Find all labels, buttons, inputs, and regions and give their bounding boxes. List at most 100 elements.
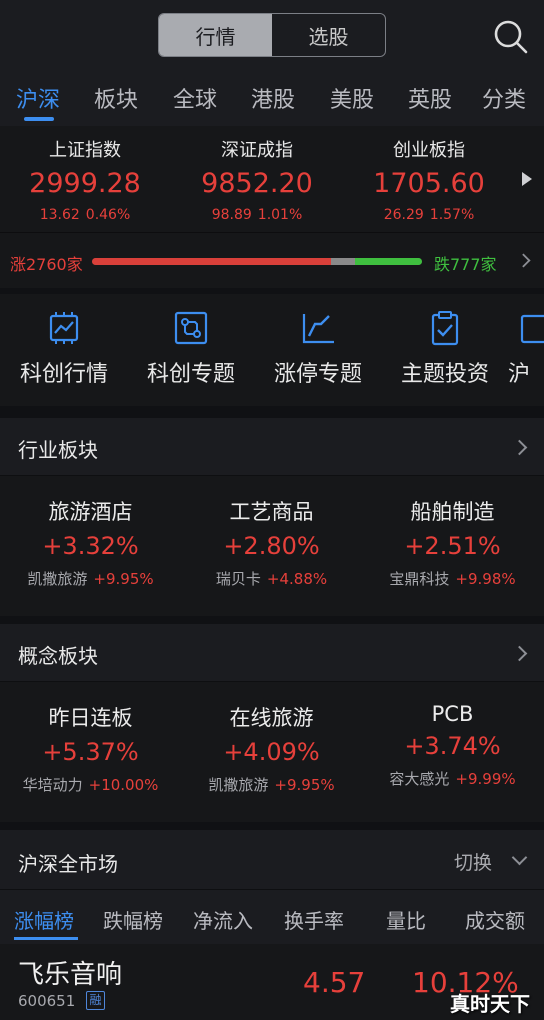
sector-name: 昨日连板 [48, 706, 133, 730]
tab-category[interactable]: 分类 [482, 82, 526, 114]
fall-count: 跌777家 [434, 255, 497, 274]
index-name: 上证指数 [49, 140, 121, 161]
tab-us[interactable]: 美股 [330, 82, 374, 114]
shortcut-item[interactable]: 沪 [508, 308, 544, 388]
margin-badge: 融 [86, 991, 105, 1010]
stock-code: 600651 [18, 992, 76, 1010]
section-title: 行业板块 [18, 438, 98, 462]
whole-market-header: 沪深全市场 切换 [0, 830, 544, 890]
breadth-bar-fall [355, 258, 422, 265]
sector-pct: +3.74% [404, 732, 501, 760]
sector-cell[interactable]: 船舶制造 +2.51% 宝鼎科技 +9.98% [362, 496, 543, 589]
index-card[interactable]: 深证成指 9852.20 98.89 1.01% [172, 136, 342, 223]
index-change: 13.62 0.46% [0, 207, 170, 223]
sector-cell[interactable]: PCB +3.74% 容大感光 +9.99% [362, 702, 543, 789]
index-change-value: 26.29 [383, 207, 424, 223]
shortcut-item[interactable]: 科创行情 [0, 308, 128, 388]
index-change-value: 98.89 [211, 207, 252, 223]
clipboard-check-icon [431, 311, 459, 346]
index-card[interactable]: 创业板指 1705.60 26.29 1.57% [344, 136, 514, 223]
sector-pct: +2.80% [223, 532, 320, 560]
concept-sector-header[interactable]: 概念板块 [0, 624, 544, 682]
leader-name: 凯撒旅游 [208, 776, 269, 794]
tab-uk[interactable]: 英股 [408, 82, 452, 114]
tab-sector[interactable]: 板块 [94, 82, 138, 114]
stock-name: 飞乐音响 [18, 960, 123, 990]
leader-pct: +10.00% [88, 776, 159, 794]
industry-sector-grid: 旅游酒店 +3.32% 凯撒旅游 +9.95% 工艺商品 +2.80% 瑞贝卡 +4… [0, 476, 544, 616]
market-breadth[interactable]: 涨2760家 跌777家 [0, 232, 544, 288]
index-price: 9852.20 [201, 168, 313, 199]
sector-name: PCB [431, 702, 474, 726]
chevron-down-icon[interactable] [511, 849, 528, 866]
chevron-right-icon [511, 439, 528, 456]
leader-name: 宝鼎科技 [389, 570, 450, 588]
breadth-bar-flat [331, 258, 355, 265]
tab-gainers[interactable]: 涨幅榜 [14, 905, 74, 934]
sector-leader: 凯撒旅游 +9.95% [0, 568, 181, 589]
sector-leader: 容大感光 +9.99% [362, 768, 543, 789]
leader-pct: +4.88% [266, 570, 328, 588]
tab-net-inflow[interactable]: 净流入 [193, 905, 253, 934]
sector-leader: 凯撒旅游 +9.95% [181, 774, 362, 795]
rise-count: 涨2760家 [10, 255, 83, 274]
tab-amount[interactable]: 成交额 [465, 905, 525, 934]
sector-leader: 华培动力 +10.00% [0, 774, 181, 795]
breadth-bar [92, 258, 422, 265]
limit-up-chart-icon [302, 314, 334, 344]
tab-turnover[interactable]: 换手率 [284, 905, 344, 934]
sector-pct: +5.37% [42, 738, 139, 766]
tab-market[interactable]: 行情 [159, 14, 272, 56]
switch-button[interactable]: 切换 [454, 848, 492, 875]
leader-pct: +9.98% [455, 570, 516, 588]
index-panel: 上证指数 2999.28 13.62 0.46% 深证成指 9852.20 98.… [0, 126, 544, 288]
index-card[interactable]: 上证指数 2999.28 13.62 0.46% [0, 136, 170, 223]
sector-cell[interactable]: 在线旅游 +4.09% 凯撒旅游 +9.95% [181, 702, 362, 795]
sector-cell[interactable]: 工艺商品 +2.80% 瑞贝卡 +4.88% [181, 496, 362, 589]
sector-leader: 宝鼎科技 +9.98% [362, 568, 543, 589]
sector-cell[interactable]: 旅游酒店 +3.32% 凯撒旅游 +9.95% [0, 496, 181, 589]
shortcut-item[interactable]: 涨停专题 [254, 308, 382, 388]
tab-stock-picker[interactable]: 选股 [272, 14, 385, 56]
leader-pct: +9.99% [455, 770, 516, 788]
shortcut-row: 科创行情 科创专题 涨停专题 主题投资 沪 [0, 294, 544, 406]
industry-sector-header[interactable]: 行业板块 [0, 418, 544, 476]
index-change-pct: 1.01% [257, 207, 303, 223]
tab-volume-ratio[interactable]: 量比 [386, 905, 426, 934]
index-name: 深证成指 [221, 140, 293, 161]
sector-pct: +3.32% [42, 532, 139, 560]
index-change-value: 13.62 [39, 207, 80, 223]
chevron-right-icon [511, 645, 528, 662]
breadth-bar-rise [92, 258, 331, 265]
top-bar: 行情 选股 [0, 0, 544, 72]
index-change-pct: 0.46% [85, 207, 131, 223]
tab-hushen[interactable]: 沪深 [16, 82, 60, 114]
play-icon[interactable] [522, 172, 532, 186]
index-name: 创业板指 [393, 140, 465, 161]
circuit-board-icon [174, 311, 208, 345]
search-icon[interactable] [490, 16, 530, 56]
shortcut-item[interactable]: 科创专题 [127, 308, 255, 388]
leader-pct: +9.95% [274, 776, 335, 794]
sector-cell[interactable]: 昨日连板 +5.37% 华培动力 +10.00% [0, 702, 181, 795]
tab-global[interactable]: 全球 [173, 82, 217, 114]
index-change: 98.89 1.01% [172, 207, 342, 223]
tab-losers[interactable]: 跌幅榜 [103, 905, 163, 934]
shortcut-item[interactable]: 主题投资 [381, 308, 509, 388]
leader-name: 华培动力 [22, 776, 83, 794]
shanghai-icon [520, 314, 544, 344]
shortcut-label: 沪 [508, 362, 531, 387]
index-change-pct: 1.57% [429, 207, 475, 223]
sector-name: 船舶制造 [410, 500, 495, 524]
shortcut-label: 主题投资 [400, 362, 489, 387]
tab-hk[interactable]: 港股 [251, 82, 295, 114]
shortcut-label: 涨停专题 [273, 362, 362, 387]
section-title: 沪深全市场 [18, 852, 118, 876]
watermark: 真时天下 [450, 992, 530, 1016]
shortcut-label: 科创专题 [146, 362, 235, 387]
leader-name: 凯撒旅游 [27, 570, 88, 588]
sector-pct: +2.51% [404, 532, 501, 560]
chevron-right-icon [516, 253, 531, 268]
leader-name: 容大感光 [389, 770, 450, 788]
market-tabs: 沪深 板块 全球 港股 美股 英股 分类 [0, 72, 544, 126]
